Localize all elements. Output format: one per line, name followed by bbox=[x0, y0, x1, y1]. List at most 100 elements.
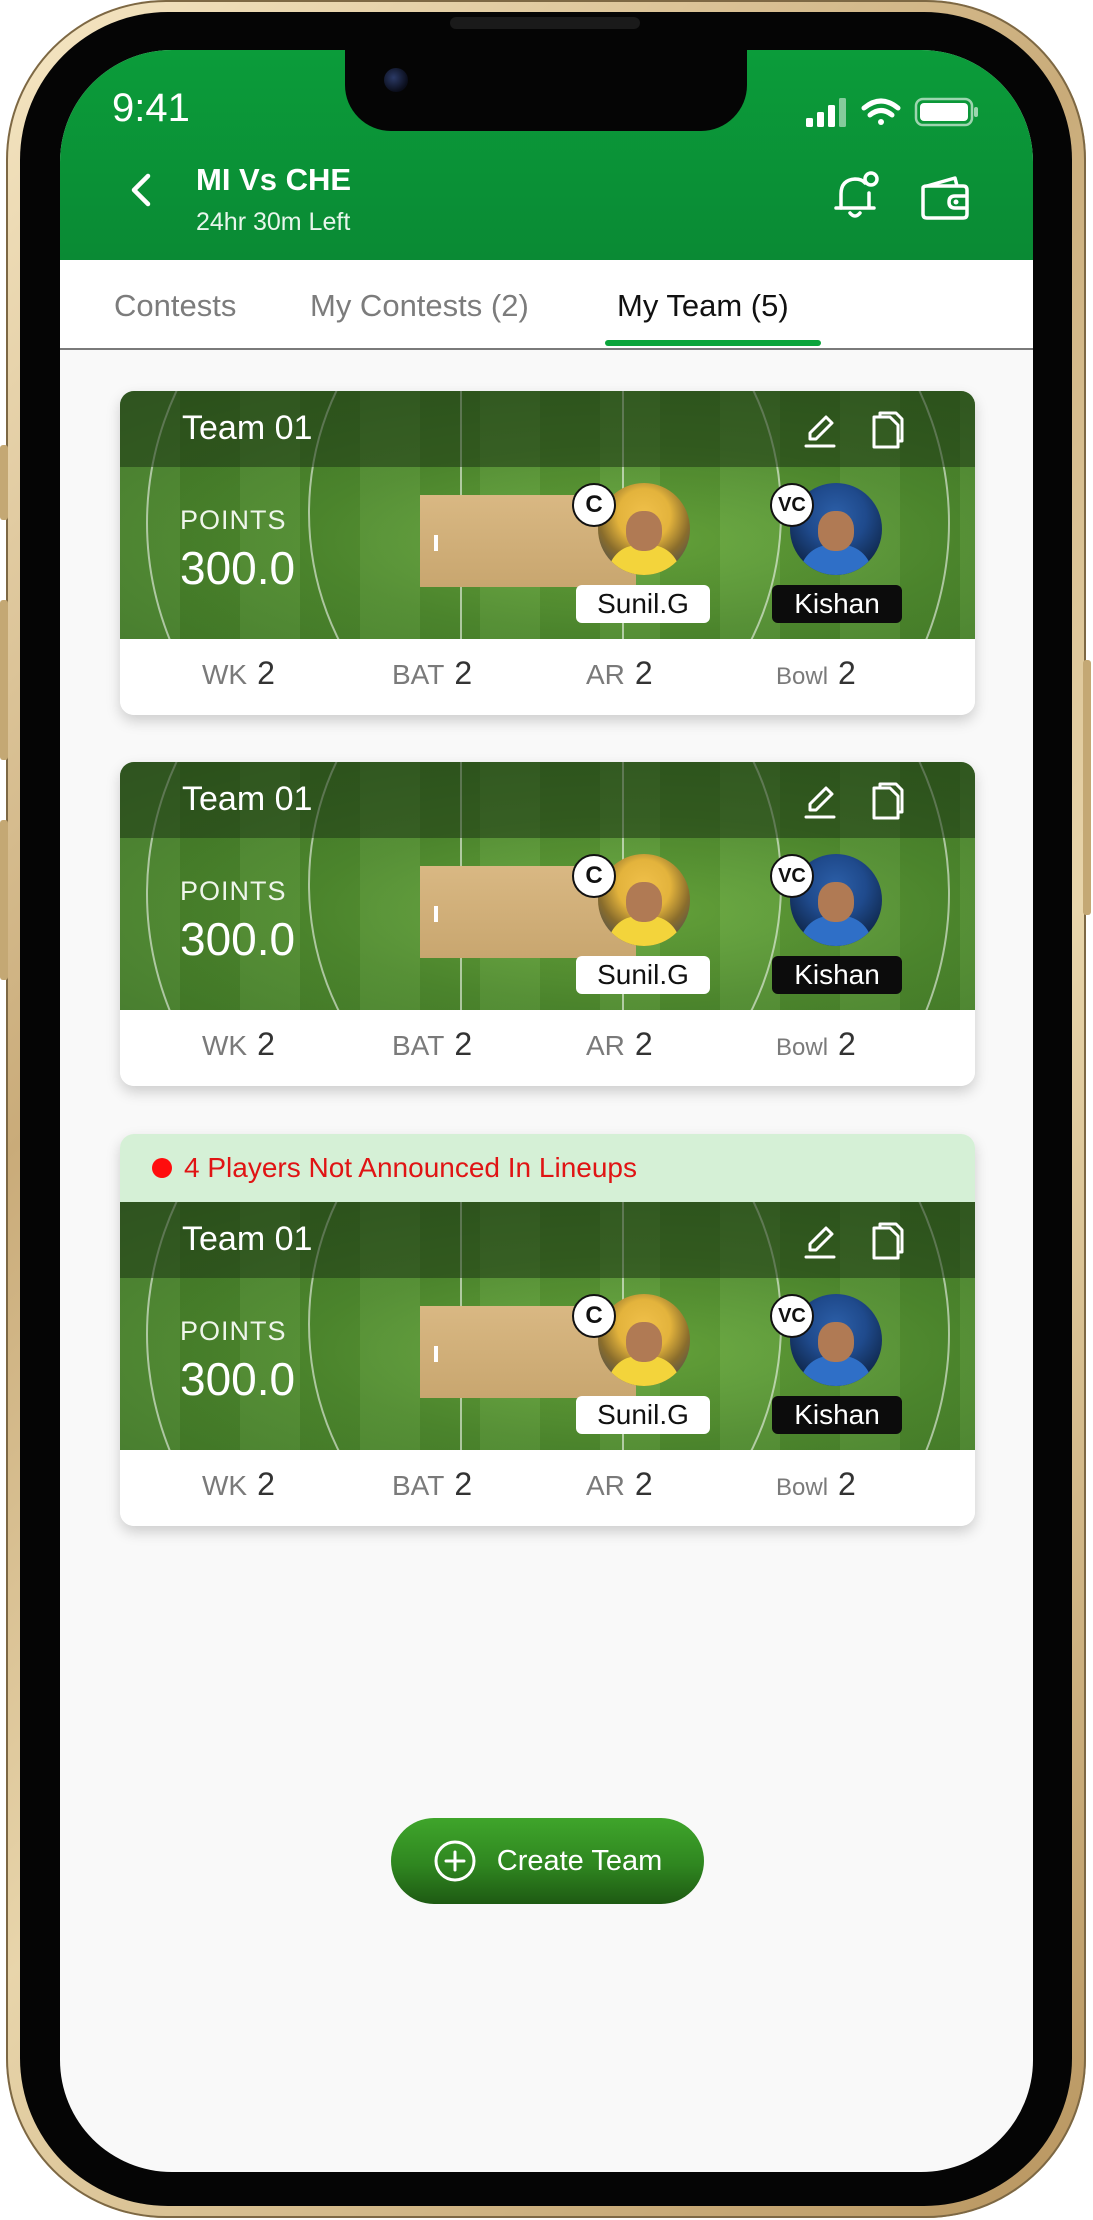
team-name: Team 01 bbox=[182, 780, 313, 818]
team-card[interactable]: Team 01 POINTS 300.0 C VC Sunil.G Kishan… bbox=[120, 391, 975, 715]
vice-captain-badge: VC bbox=[770, 483, 814, 527]
team-composition: WK 2 BAT 2 AR 2 Bowl 2 bbox=[120, 639, 975, 715]
status-icons bbox=[806, 97, 978, 127]
captain-badge: C bbox=[572, 854, 616, 898]
captain-name: Sunil.G bbox=[576, 1396, 710, 1434]
vice-captain-badge: VC bbox=[770, 1294, 814, 1338]
stat-label: BAT bbox=[392, 1030, 445, 1061]
stat-bat: BAT 2 bbox=[392, 1466, 472, 1503]
stat-label: BAT bbox=[392, 659, 445, 690]
stat-label: AR bbox=[586, 1030, 625, 1061]
phone-power-button bbox=[1083, 660, 1091, 915]
stat-label: Bowl bbox=[776, 1034, 829, 1061]
stat-ar: AR 2 bbox=[586, 1466, 653, 1503]
stat-value: 2 bbox=[838, 1466, 856, 1502]
stat-value: 2 bbox=[634, 1466, 653, 1502]
alert-dot-icon bbox=[152, 1158, 172, 1178]
stat-bat: BAT 2 bbox=[392, 1026, 472, 1063]
pitch-crease bbox=[434, 1346, 438, 1362]
phone-action-button bbox=[0, 445, 8, 520]
stat-wk: WK 2 bbox=[202, 655, 275, 692]
stat-label: BAT bbox=[392, 1470, 445, 1501]
captain-name: Sunil.G bbox=[576, 956, 710, 994]
team-name: Team 01 bbox=[182, 1220, 313, 1258]
stat-value: 2 bbox=[454, 1026, 473, 1062]
stat-value: 2 bbox=[838, 655, 856, 691]
plus-circle-icon bbox=[434, 1840, 476, 1882]
team-composition: WK 2 BAT 2 AR 2 Bowl 2 bbox=[120, 1450, 975, 1526]
match-time-left: 24hr 30m Left bbox=[196, 208, 351, 236]
match-title: MI Vs CHE bbox=[196, 162, 352, 197]
points-label: POINTS bbox=[180, 876, 287, 906]
team-name: Team 01 bbox=[182, 409, 313, 447]
edit-icon[interactable] bbox=[802, 413, 838, 449]
lineup-alert-text: 4 Players Not Announced In Lineups bbox=[184, 1152, 637, 1183]
stat-value: 2 bbox=[838, 1026, 856, 1062]
copy-icon[interactable] bbox=[870, 1222, 904, 1262]
vice-captain-badge: VC bbox=[770, 854, 814, 898]
battery-icon bbox=[914, 97, 978, 127]
status-time: 9:41 bbox=[112, 86, 190, 130]
tab-my-contests[interactable]: My Contests (2) bbox=[310, 288, 529, 324]
team-field: Team 01 POINTS 300.0 C VC Sunil.G Kishan bbox=[120, 1202, 975, 1450]
back-arrow-icon[interactable] bbox=[124, 170, 164, 210]
team-card[interactable]: 4 Players Not Announced In Lineups Team … bbox=[120, 1134, 975, 1526]
phone-volume-up-button bbox=[0, 600, 8, 760]
stat-bowl: Bowl 2 bbox=[776, 655, 856, 692]
stat-label: AR bbox=[586, 659, 625, 690]
captain-badge: C bbox=[572, 1294, 616, 1338]
wifi-icon bbox=[861, 98, 901, 125]
stat-value: 2 bbox=[454, 1466, 473, 1502]
stat-value: 2 bbox=[257, 655, 275, 691]
wallet-icon[interactable] bbox=[917, 174, 971, 222]
vice-captain-name: Kishan bbox=[772, 956, 902, 994]
team-card[interactable]: Team 01 POINTS 300.0 C VC Sunil.G Kishan… bbox=[120, 762, 975, 1086]
stat-label: Bowl bbox=[776, 663, 829, 690]
dynamic-island bbox=[345, 50, 747, 131]
stat-value: 2 bbox=[257, 1026, 275, 1062]
team-field: Team 01 POINTS 300.0 C VC Sunil.G Kishan bbox=[120, 391, 975, 639]
active-tab-indicator bbox=[605, 340, 821, 346]
stat-label: Bowl bbox=[776, 1474, 829, 1501]
stat-value: 2 bbox=[454, 655, 473, 691]
copy-icon[interactable] bbox=[870, 411, 904, 451]
stat-value: 2 bbox=[634, 1026, 653, 1062]
signal-icon bbox=[806, 98, 846, 127]
team-composition: WK 2 BAT 2 AR 2 Bowl 2 bbox=[120, 1010, 975, 1086]
stat-label: WK bbox=[202, 1470, 248, 1501]
captain-name: Sunil.G bbox=[576, 585, 710, 623]
stat-bowl: Bowl 2 bbox=[776, 1026, 856, 1063]
pitch-crease bbox=[434, 535, 438, 551]
stat-value: 2 bbox=[257, 1466, 275, 1502]
create-team-label: Create Team bbox=[496, 1844, 663, 1877]
create-team-button[interactable]: Create Team bbox=[391, 1818, 704, 1904]
points-label: POINTS bbox=[180, 1316, 287, 1346]
stat-label: AR bbox=[586, 1470, 625, 1501]
bell-icon[interactable] bbox=[828, 168, 882, 222]
edit-icon[interactable] bbox=[802, 784, 838, 820]
points-value: 300.0 bbox=[180, 1353, 296, 1405]
captain-badge: C bbox=[572, 483, 616, 527]
stat-ar: AR 2 bbox=[586, 655, 653, 692]
points-label: POINTS bbox=[180, 505, 287, 535]
phone-volume-down-button bbox=[0, 820, 8, 980]
stat-wk: WK 2 bbox=[202, 1466, 275, 1503]
stat-bat: BAT 2 bbox=[392, 655, 472, 692]
screen: 9:41 MI Vs CHE 24hr 30m Left Contests My… bbox=[60, 50, 1033, 2172]
copy-icon[interactable] bbox=[870, 782, 904, 822]
tab-my-team[interactable]: My Team (5) bbox=[617, 288, 789, 324]
points-value: 300.0 bbox=[180, 542, 296, 594]
lineup-alert: 4 Players Not Announced In Lineups bbox=[120, 1134, 975, 1202]
tab-contests[interactable]: Contests bbox=[114, 288, 236, 324]
vice-captain-name: Kishan bbox=[772, 1396, 902, 1434]
stat-ar: AR 2 bbox=[586, 1026, 653, 1063]
pitch-crease bbox=[434, 906, 438, 922]
points-value: 300.0 bbox=[180, 913, 296, 965]
stat-label: WK bbox=[202, 1030, 248, 1061]
phone-speaker bbox=[450, 17, 640, 29]
stat-wk: WK 2 bbox=[202, 1026, 275, 1063]
edit-icon[interactable] bbox=[802, 1224, 838, 1260]
tab-bar: Contests My Contests (2) My Team (5) bbox=[60, 260, 1033, 350]
stat-value: 2 bbox=[634, 655, 653, 691]
team-field: Team 01 POINTS 300.0 C VC Sunil.G Kishan bbox=[120, 762, 975, 1010]
